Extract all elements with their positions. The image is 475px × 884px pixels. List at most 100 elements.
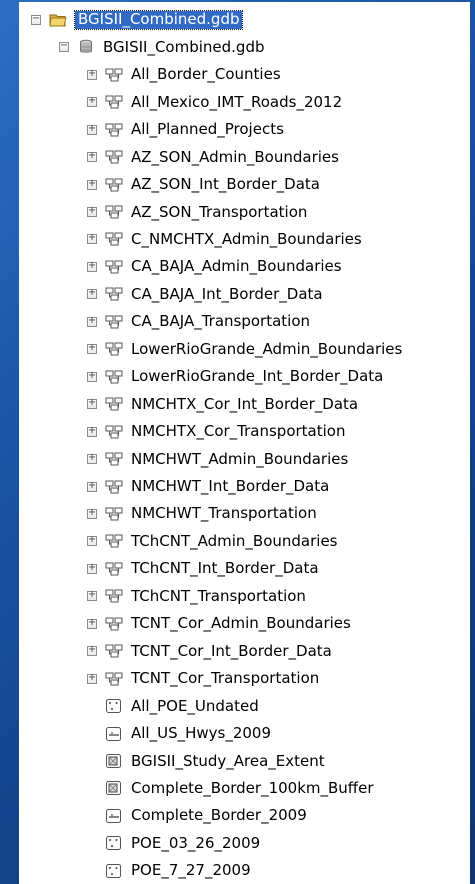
tree-item-row[interactable]: Complete_Border_2009 [19, 802, 307, 830]
tree-item-label[interactable]: All_Planned_Projects [131, 122, 284, 137]
catalog-tree-panel[interactable]: − BGISII_Combined.gdb − BGISII_Combined.… [19, 2, 470, 884]
tree-item-label[interactable]: Complete_Border_2009 [131, 808, 307, 823]
tree-item-row[interactable]: + All_Border_Counties [19, 61, 281, 89]
expand-icon[interactable]: + [87, 288, 97, 300]
tree-item-label[interactable]: LowerRioGrande_Admin_Boundaries [131, 341, 402, 357]
expand-icon[interactable]: + [87, 617, 97, 629]
tree-item-label[interactable]: LowerRioGrande_Int_Border_Data [131, 369, 383, 384]
tree-item-label[interactable]: CA_BAJA_Transportation [131, 314, 310, 329]
feature-dataset-icon [105, 479, 123, 495]
feature-dataset-icon [105, 122, 123, 138]
tree-item-row[interactable]: + NMCHWT_Int_Border_Data [19, 473, 329, 501]
tree-item-label[interactable]: TChCNT_Int_Border_Data [131, 561, 319, 576]
tree-item-row[interactable]: + TChCNT_Transportation [19, 583, 306, 611]
tree-item-row[interactable]: Complete_Border_100km_Buffer [19, 775, 374, 803]
tree-item-row[interactable]: + TChCNT_Admin_Boundaries [19, 528, 338, 556]
expand-icon[interactable]: + [87, 151, 97, 163]
tree-item-label[interactable]: NMCHTX_Cor_Int_Border_Data [131, 396, 358, 412]
expand-icon[interactable]: + [87, 178, 97, 190]
tree-item-row[interactable]: + AZ_SON_Transportation [19, 198, 307, 226]
tree-root-row[interactable]: − BGISII_Combined.gdb [19, 6, 244, 34]
tree-item-label[interactable]: TChCNT_Transportation [131, 588, 306, 604]
tree-item-label[interactable]: AZ_SON_Int_Border_Data [131, 177, 320, 192]
tree-item-label[interactable]: POE_03_26_2009 [131, 835, 260, 851]
feature-dataset-icon [105, 643, 123, 659]
expand-icon[interactable]: + [87, 370, 97, 382]
tree-item-row[interactable]: + CA_BAJA_Transportation [19, 308, 310, 336]
expand-icon[interactable]: + [87, 315, 97, 327]
expand-icon[interactable]: + [87, 123, 97, 135]
expand-icon[interactable]: + [87, 672, 97, 684]
tree-item-label[interactable]: CA_BAJA_Admin_Boundaries [131, 259, 342, 274]
root-label[interactable]: BGISII_Combined.gdb [73, 9, 244, 30]
tree-item-label[interactable]: TCNT_Cor_Transportation [131, 671, 319, 686]
expand-icon[interactable]: + [87, 562, 97, 574]
tree-item-label[interactable]: NMCHTX_Cor_Transportation [131, 424, 345, 439]
polygon-feature-class-icon [105, 780, 123, 796]
tree-item-row[interactable]: + AZ_SON_Int_Border_Data [19, 171, 320, 199]
tree-item-label[interactable]: C_NMCHTX_Admin_Boundaries [131, 231, 362, 247]
expand-icon[interactable]: + [87, 233, 97, 245]
tree-item-row[interactable]: + NMCHWT_Admin_Boundaries [19, 445, 348, 473]
expand-icon[interactable]: + [87, 535, 97, 547]
tree-item-row[interactable]: + TChCNT_Int_Border_Data [19, 555, 319, 583]
expand-icon[interactable]: + [87, 68, 97, 80]
tree-item-label[interactable]: TCNT_Cor_Int_Border_Data [131, 643, 332, 659]
tree-item-row[interactable]: All_POE_Undated [19, 692, 259, 720]
expand-icon[interactable]: + [87, 343, 97, 355]
expand-icon[interactable]: + [87, 425, 97, 437]
tree-item-row[interactable]: + C_NMCHTX_Admin_Boundaries [19, 226, 362, 254]
tree-item-row[interactable]: + CA_BAJA_Admin_Boundaries [19, 253, 342, 281]
tree-item-row[interactable]: + AZ_SON_Admin_Boundaries [19, 143, 339, 171]
tree-item-row[interactable]: + All_Mexico_IMT_Roads_2012 [19, 88, 342, 116]
tree-item-label[interactable]: All_POE_Undated [131, 698, 259, 714]
feature-dataset-icon [105, 67, 123, 83]
geodatabase-label[interactable]: BGISII_Combined.gdb [103, 39, 264, 55]
tree-item-row[interactable]: POE_7_27_2009 [19, 857, 251, 884]
tree-item-label[interactable]: NMCHWT_Transportation [131, 506, 317, 521]
expand-icon[interactable]: + [87, 260, 97, 272]
tree-item-label[interactable]: BGISII_Study_Area_Extent [131, 753, 325, 769]
collapse-icon[interactable]: − [31, 13, 41, 25]
tree-item-row[interactable]: POE_03_26_2009 [19, 830, 260, 858]
expand-icon[interactable]: + [87, 480, 97, 492]
tree-item-row[interactable]: + NMCHWT_Transportation [19, 500, 317, 528]
expand-icon[interactable]: + [87, 398, 97, 410]
tree-item-row[interactable]: + TCNT_Cor_Transportation [19, 665, 319, 693]
expand-icon[interactable]: + [87, 206, 97, 217]
tree-item-row[interactable]: + NMCHTX_Cor_Int_Border_Data [19, 390, 358, 418]
tree-item-label[interactable]: All_US_Hwys_2009 [131, 726, 271, 741]
tree-item-row[interactable]: + All_Planned_Projects [19, 116, 284, 144]
tree-item-row[interactable]: + TCNT_Cor_Admin_Boundaries [19, 610, 351, 638]
tree-item-label[interactable]: POE_7_27_2009 [131, 863, 251, 878]
feature-dataset-icon [105, 671, 123, 687]
feature-dataset-icon [105, 424, 123, 440]
tree-item-row[interactable]: BGISII_Study_Area_Extent [19, 747, 325, 775]
expand-icon[interactable]: + [87, 507, 97, 519]
tree-item-row[interactable]: All_US_Hwys_2009 [19, 720, 271, 748]
expand-icon[interactable]: + [87, 590, 97, 602]
feature-dataset-icon [105, 259, 123, 275]
tree-item-label[interactable]: NMCHWT_Int_Border_Data [131, 479, 329, 494]
tree-item-label[interactable]: Complete_Border_100km_Buffer [131, 780, 374, 796]
feature-dataset-icon [105, 588, 123, 604]
tree-item-label[interactable]: NMCHWT_Admin_Boundaries [131, 451, 348, 467]
tree-item-label[interactable]: All_Border_Counties [131, 67, 281, 82]
tree-item-label[interactable]: TCNT_Cor_Admin_Boundaries [131, 616, 351, 631]
tree-item-row[interactable]: + CA_BAJA_Int_Border_Data [19, 281, 323, 309]
tree-item-label[interactable]: CA_BAJA_Int_Border_Data [131, 286, 323, 302]
expand-icon[interactable]: + [87, 453, 97, 465]
tree-item-label[interactable]: All_Mexico_IMT_Roads_2012 [131, 94, 342, 110]
expand-icon[interactable]: + [87, 645, 97, 657]
tree-item-label[interactable]: TChCNT_Admin_Boundaries [131, 533, 338, 549]
tree-item-row[interactable]: + TCNT_Cor_Int_Border_Data [19, 637, 332, 665]
collapse-icon[interactable]: − [59, 41, 69, 53]
tree-item-row[interactable]: + LowerRioGrande_Int_Border_Data [19, 363, 383, 391]
feature-dataset-icon [105, 231, 123, 247]
tree-item-row[interactable]: + NMCHTX_Cor_Transportation [19, 418, 345, 446]
tree-item-label[interactable]: AZ_SON_Admin_Boundaries [131, 149, 339, 165]
tree-item-label[interactable]: AZ_SON_Transportation [131, 204, 307, 220]
tree-item-row[interactable]: + LowerRioGrande_Admin_Boundaries [19, 336, 402, 364]
geodatabase-row[interactable]: − BGISII_Combined.gdb [19, 34, 264, 62]
expand-icon[interactable]: + [87, 96, 97, 108]
